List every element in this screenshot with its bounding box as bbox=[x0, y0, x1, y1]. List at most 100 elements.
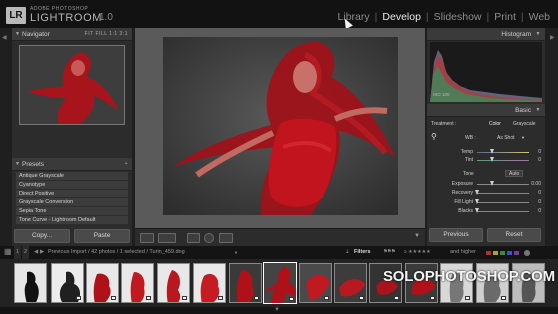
zoom-3-1[interactable]: 3:1 bbox=[120, 31, 128, 37]
preset-item[interactable]: Grayscale Conversion bbox=[16, 198, 128, 208]
navigator-preview-image bbox=[20, 46, 124, 124]
filmstrip-thumbnail[interactable] bbox=[86, 263, 119, 303]
filmstrip-thumbnail[interactable] bbox=[51, 263, 84, 303]
module-print[interactable]: Print bbox=[494, 11, 516, 23]
reset-button[interactable]: Reset bbox=[487, 228, 541, 242]
grid-view-icon[interactable]: ▦ bbox=[4, 245, 12, 258]
fill-light-slider[interactable] bbox=[477, 202, 529, 203]
exposure-row: Exposure 0.00 bbox=[429, 180, 543, 188]
temp-slider[interactable] bbox=[477, 152, 529, 153]
zoom-1-1[interactable]: 1:1 bbox=[109, 31, 117, 37]
nav-back-icon[interactable]: ◀ bbox=[34, 246, 38, 259]
color-label-purple[interactable] bbox=[514, 251, 519, 255]
tint-value[interactable]: 0 bbox=[538, 156, 541, 164]
edited-badge-icon bbox=[394, 296, 399, 300]
blacks-value[interactable]: 0 bbox=[538, 207, 541, 215]
white-balance-eyedropper-icon[interactable]: ⚲ bbox=[431, 133, 437, 141]
copy-button[interactable]: Copy... bbox=[14, 229, 70, 243]
filmstrip-thumbnail-selected[interactable] bbox=[263, 262, 297, 304]
filmstrip-thumbnail[interactable] bbox=[14, 263, 47, 303]
temp-slider-knob[interactable] bbox=[490, 149, 494, 154]
preset-item[interactable]: Sepia Tone bbox=[16, 207, 128, 216]
filmstrip-thumbnail[interactable] bbox=[299, 263, 332, 303]
loupe-view-button[interactable] bbox=[140, 233, 154, 243]
before-after-button[interactable] bbox=[158, 233, 176, 243]
tone-row: Tone Auto bbox=[429, 170, 543, 178]
auto-tone-button[interactable]: Auto bbox=[505, 170, 524, 177]
flag-filters[interactable]: ⚑⚑⚑ bbox=[383, 246, 396, 259]
module-develop[interactable]: Develop bbox=[382, 11, 421, 23]
zoom-fill[interactable]: FILL bbox=[95, 31, 107, 37]
collapse-filmstrip-arrow-icon[interactable]: ▼ bbox=[274, 307, 280, 313]
crop-tool-button[interactable] bbox=[187, 233, 200, 243]
navigator-preview[interactable] bbox=[19, 45, 125, 125]
fill-light-slider-knob[interactable] bbox=[475, 199, 479, 204]
color-label-green[interactable] bbox=[500, 251, 505, 255]
previous-button[interactable]: Previous bbox=[429, 228, 483, 242]
edited-badge-icon bbox=[111, 296, 116, 300]
preset-item[interactable]: Tone Curve - Lightroom Default bbox=[16, 215, 128, 225]
wb-value-select[interactable]: As Shot bbox=[497, 134, 515, 142]
treatment-grayscale-button[interactable]: Grayscale bbox=[513, 120, 536, 128]
tint-slider[interactable] bbox=[477, 160, 529, 161]
tone-label: Tone bbox=[463, 171, 474, 177]
module-slideshow[interactable]: Slideshow bbox=[434, 11, 482, 23]
fill-light-value[interactable]: 0 bbox=[538, 198, 541, 206]
filmstrip-source-info[interactable]: Previous Import / 42 photos / 1 selected… bbox=[48, 246, 185, 259]
color-label-yellow[interactable] bbox=[493, 251, 498, 255]
paste-button[interactable]: Paste bbox=[74, 229, 130, 243]
blacks-slider-knob[interactable] bbox=[475, 208, 479, 213]
toolbar-menu-icon[interactable]: ▼ bbox=[414, 233, 420, 239]
nav-forward-icon[interactable]: ▶ bbox=[40, 246, 44, 259]
filter-toggle-icon[interactable] bbox=[524, 250, 530, 256]
filmstrip-thumbnail[interactable] bbox=[334, 263, 367, 303]
module-web[interactable]: Web bbox=[529, 11, 550, 23]
navigator-title: Navigator bbox=[22, 31, 50, 38]
tint-slider-knob[interactable] bbox=[490, 157, 494, 162]
photo-image bbox=[163, 37, 398, 215]
exposure-label: Exposure bbox=[451, 181, 473, 187]
blacks-slider[interactable] bbox=[477, 211, 529, 212]
preset-item[interactable]: Cyanotype bbox=[16, 180, 128, 190]
remove-spots-button[interactable] bbox=[204, 233, 214, 243]
collapse-left-arrow-icon[interactable]: ◀ bbox=[2, 34, 7, 41]
module-separator: | bbox=[486, 11, 490, 23]
fill-light-label: Fill Light bbox=[454, 199, 473, 205]
treatment-color-button[interactable]: Color bbox=[489, 120, 501, 128]
recovery-slider-knob[interactable] bbox=[475, 190, 479, 195]
basic-section: Basic ▼ bbox=[427, 104, 545, 117]
recovery-value[interactable]: 0 bbox=[538, 189, 541, 197]
add-preset-button[interactable]: + bbox=[125, 158, 128, 171]
collapse-right-arrow-icon[interactable]: ▶ bbox=[550, 34, 555, 41]
presets-header[interactable]: ▼ Presets + bbox=[12, 158, 132, 171]
main-image-area bbox=[135, 28, 425, 246]
recovery-label: Recovery bbox=[451, 190, 473, 196]
filmstrip-thumbnail[interactable] bbox=[193, 263, 226, 303]
page-2-button[interactable]: 2 bbox=[22, 246, 30, 259]
filmstrip-thumbnail[interactable] bbox=[157, 263, 190, 303]
exposure-slider-knob[interactable] bbox=[490, 181, 494, 186]
photo-preview[interactable] bbox=[163, 37, 398, 215]
source-dropdown-icon[interactable]: ▼ bbox=[234, 246, 238, 259]
edited-badge-icon bbox=[359, 296, 364, 300]
exposure-slider[interactable] bbox=[477, 184, 529, 185]
histogram-header[interactable]: Histogram ▼ bbox=[427, 28, 545, 41]
recovery-slider[interactable] bbox=[477, 193, 529, 194]
preset-item[interactable]: Direct Positive bbox=[16, 189, 128, 199]
rating-filter-stars[interactable]: ≥ ★★★★★ bbox=[404, 246, 431, 259]
page-1-button[interactable]: 1 bbox=[14, 246, 22, 259]
filmstrip-thumbnail[interactable] bbox=[121, 263, 154, 303]
fill-light-row: Fill Light 0 bbox=[429, 198, 543, 206]
filmstrip-thumbnail[interactable] bbox=[229, 263, 262, 303]
navigator-header[interactable]: ▼ Navigator FIT FILL 1:1 3:1 bbox=[12, 28, 132, 41]
temp-value[interactable]: 0 bbox=[538, 148, 541, 156]
red-eye-button[interactable] bbox=[219, 233, 233, 243]
basic-header[interactable]: Basic ▼ bbox=[427, 104, 545, 117]
exposure-value[interactable]: 0.00 bbox=[531, 180, 541, 188]
wb-dropdown-icon[interactable]: ▼ bbox=[521, 134, 525, 142]
color-label-red[interactable] bbox=[486, 251, 491, 255]
preset-item[interactable]: Antique Grayscale bbox=[16, 172, 128, 181]
zoom-fit[interactable]: FIT bbox=[85, 31, 94, 37]
color-label-blue[interactable] bbox=[507, 251, 512, 255]
identity-plate-bar: LR ADOBE PHOTOSHOP LIGHTROOM 1.0 Library… bbox=[0, 0, 558, 30]
